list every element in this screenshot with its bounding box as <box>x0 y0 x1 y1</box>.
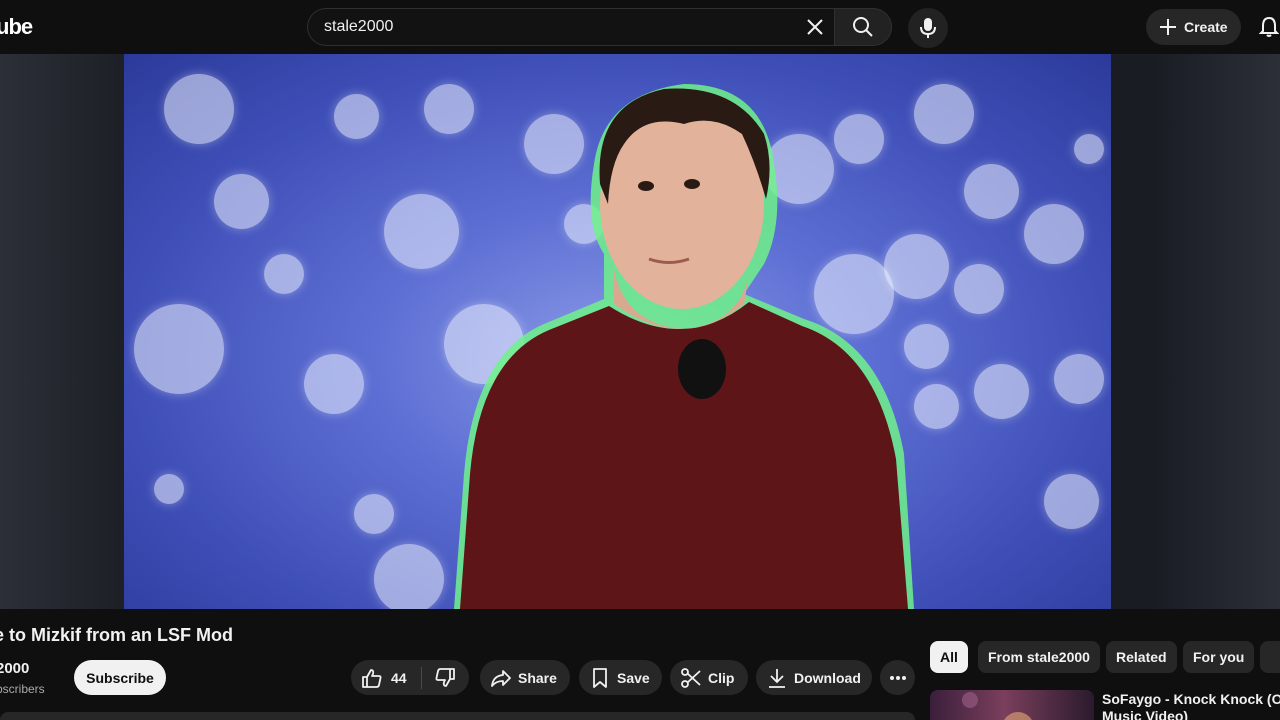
clip-label: Clip <box>708 669 735 686</box>
like-dislike-group: 44 <box>351 660 469 695</box>
download-label: Download <box>794 669 861 686</box>
chip-for-you[interactable]: For you <box>1183 641 1255 673</box>
chip-related[interactable]: Related <box>1106 641 1177 673</box>
save-label: Save <box>617 669 650 686</box>
share-icon <box>491 669 511 687</box>
clear-search-button[interactable] <box>796 12 834 42</box>
bookmark-icon <box>593 667 607 688</box>
search-button[interactable] <box>834 8 892 46</box>
save-button[interactable]: Save <box>579 660 662 695</box>
thumbs-up-icon <box>362 668 382 688</box>
video-player[interactable] <box>0 54 1280 609</box>
thumbs-down-icon <box>435 667 455 687</box>
video-frame[interactable] <box>124 54 1111 609</box>
recommendation-thumbnail[interactable] <box>930 690 1094 720</box>
chip-all[interactable]: All <box>930 641 968 673</box>
bell-icon <box>1259 16 1279 37</box>
description-box-top[interactable] <box>0 712 915 720</box>
subscriber-count: bscribers <box>0 682 45 696</box>
search-input[interactable] <box>324 9 794 45</box>
like-count: 44 <box>391 669 407 686</box>
youtube-logo[interactable]: ube <box>0 14 33 40</box>
search-icon <box>853 17 873 37</box>
dislike-button[interactable] <box>422 660 468 695</box>
recommendation-title-line2: Music Video) <box>1102 708 1189 720</box>
share-button[interactable]: Share <box>480 660 570 695</box>
scissors-icon <box>681 667 701 688</box>
create-label: Create <box>1184 19 1228 35</box>
create-button[interactable]: Create <box>1146 9 1241 45</box>
clip-button[interactable]: Clip <box>670 660 748 695</box>
chip-next-partial[interactable] <box>1260 641 1280 673</box>
more-actions-button[interactable] <box>880 660 915 695</box>
plus-icon <box>1160 19 1176 35</box>
recommendation-title-line1: SoFaygo - Knock Knock (Offic <box>1102 691 1280 707</box>
subscribe-button[interactable]: Subscribe <box>74 660 166 695</box>
download-icon <box>769 668 785 688</box>
thumbnail-image <box>962 692 1032 720</box>
top-header: ube Create <box>0 0 1280 54</box>
presenter-figure <box>454 84 914 609</box>
mic-icon <box>920 18 936 38</box>
clear-icon <box>807 19 823 35</box>
video-title: e to Mizkif from an LSF Mod <box>0 625 233 645</box>
notifications-button[interactable] <box>1254 12 1280 42</box>
channel-name[interactable]: 2000 <box>0 660 29 677</box>
voice-search-button[interactable] <box>908 8 948 48</box>
more-horizontal-icon <box>889 675 906 680</box>
chip-from-channel[interactable]: From stale2000 <box>978 641 1100 673</box>
download-button[interactable]: Download <box>756 660 872 695</box>
recommendation-title[interactable]: SoFaygo - Knock Knock (Offic Music Video… <box>1102 691 1280 720</box>
like-button[interactable]: 44 <box>351 660 421 695</box>
search-box[interactable] <box>307 8 835 46</box>
share-label: Share <box>518 669 557 686</box>
